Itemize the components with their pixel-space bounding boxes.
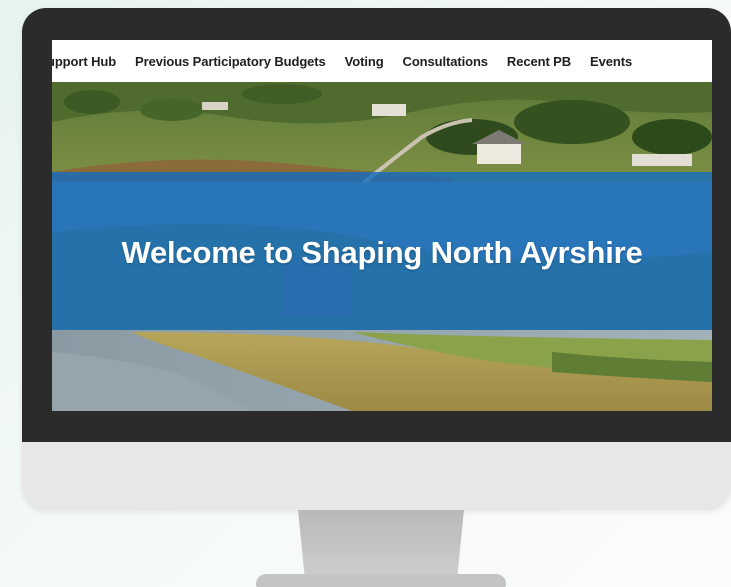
monitor-stand-neck xyxy=(298,510,464,576)
nav-item-support-hub[interactable]: upport Hub xyxy=(52,54,116,69)
nav-item-previous-participatory-budgets[interactable]: Previous Participatory Budgets xyxy=(135,54,326,69)
nav-item-consultations[interactable]: Consultations xyxy=(403,54,488,69)
hero-section: Welcome to Shaping North Ayrshire xyxy=(52,82,712,411)
nav-item-recent-pb[interactable]: Recent PB xyxy=(507,54,571,69)
welcome-banner: Welcome to Shaping North Ayrshire xyxy=(52,172,712,330)
nav-item-events[interactable]: Events xyxy=(590,54,632,69)
top-navigation: upport Hub Previous Participatory Budget… xyxy=(52,40,712,82)
website-screen: upport Hub Previous Participatory Budget… xyxy=(52,40,712,411)
hero-title: Welcome to Shaping North Ayrshire xyxy=(121,235,643,270)
monitor-stand-base xyxy=(256,574,506,587)
nav-item-voting[interactable]: Voting xyxy=(345,54,384,69)
